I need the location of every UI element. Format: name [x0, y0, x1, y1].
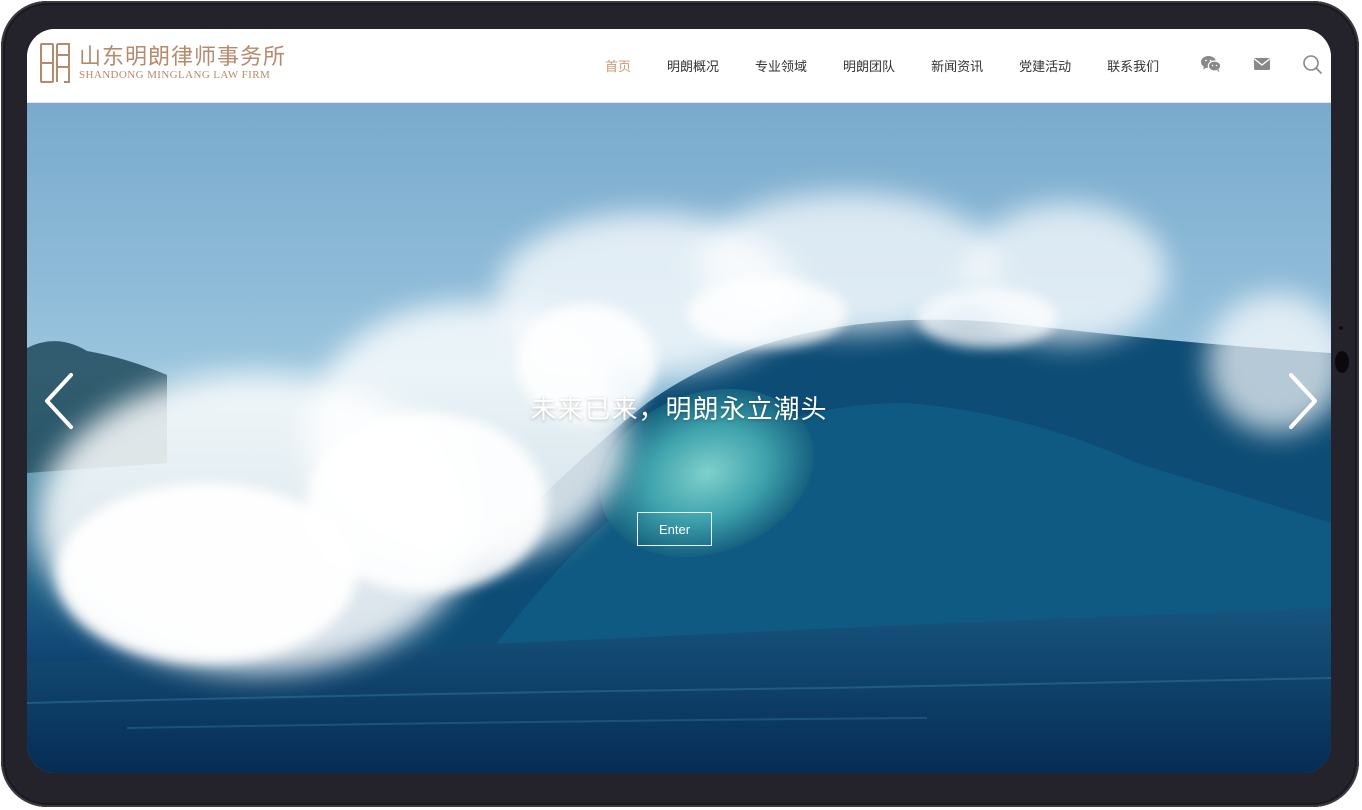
camera-dot: [1339, 326, 1343, 330]
brand-name-english: SHANDONG MINGLANG LAW FIRM: [79, 69, 271, 81]
nav-item-home[interactable]: 首页: [605, 56, 631, 75]
brand-name[interactable]: 山东明朗律师事务所: [79, 39, 286, 71]
nav-item-practice-areas[interactable]: 专业领域: [755, 56, 807, 75]
chevron-left-icon[interactable]: [41, 371, 81, 431]
nav-item-party-activities[interactable]: 党建活动: [1019, 56, 1071, 75]
nav-item-news[interactable]: 新闻资讯: [931, 56, 983, 75]
enter-button[interactable]: Enter: [637, 512, 712, 546]
hero-slogan: 未来已来，明朗永立潮头: [530, 395, 828, 425]
nav-item-contact[interactable]: 联系我们: [1107, 56, 1159, 75]
main-nav: 首页 明朗概况 专业领域 明朗团队 新闻资讯 党建活动 联系我们: [587, 29, 1195, 102]
mail-icon[interactable]: [1251, 53, 1273, 75]
browser-viewport: 山东明朗律师事务所 SHANDONG MINGLANG LAW FIRM 首页 …: [27, 29, 1331, 773]
site-header: 山东明朗律师事务所 SHANDONG MINGLANG LAW FIRM 首页 …: [27, 29, 1331, 103]
wechat-icon[interactable]: [1200, 53, 1222, 75]
tablet-frame: 山东明朗律师事务所 SHANDONG MINGLANG LAW FIRM 首页 …: [1, 1, 1359, 807]
nav-item-overview[interactable]: 明朗概况: [667, 56, 719, 75]
hero-banner: 未来已来，明朗永立潮头 Enter: [27, 103, 1331, 773]
nav-item-team[interactable]: 明朗团队: [843, 56, 895, 75]
side-button: [1335, 351, 1349, 373]
search-icon[interactable]: [1301, 53, 1323, 75]
wave-background-image: [27, 193, 1331, 773]
chevron-right-icon[interactable]: [1281, 371, 1321, 431]
logo-icon[interactable]: [39, 41, 71, 85]
